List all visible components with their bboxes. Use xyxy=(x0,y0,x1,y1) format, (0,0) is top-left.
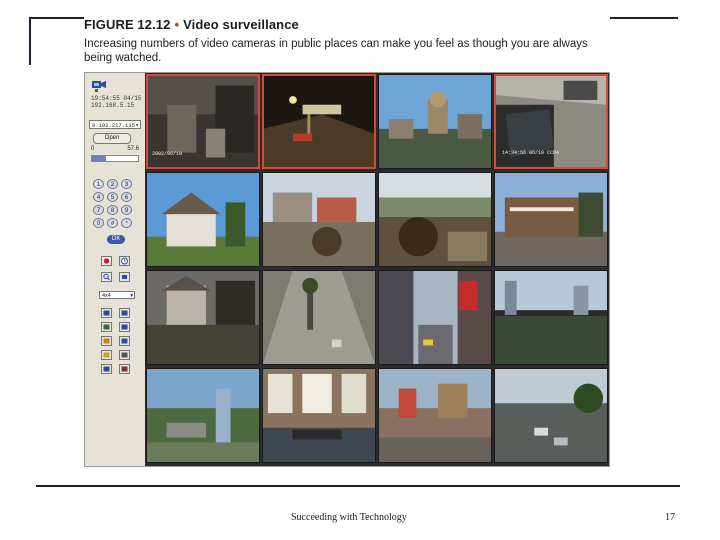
footer-text: Succeeding with Technology xyxy=(291,512,407,523)
keypad-key[interactable]: 2 xyxy=(107,179,118,189)
keypad-key[interactable]: 8 xyxy=(107,205,118,215)
layout-select[interactable]: 4x4 xyxy=(99,291,135,300)
panel-info-time: 19:54:55 04/15 xyxy=(91,95,142,102)
figure-caption: Increasing numbers of video cameras in p… xyxy=(84,38,588,64)
camera-tile[interactable] xyxy=(146,368,260,463)
edit-icon[interactable] xyxy=(101,361,112,374)
camera-feed-image xyxy=(379,271,491,364)
control-panel: 19:54:55 04/15 192.168.5.15 0.192.217.13… xyxy=(85,73,146,466)
camera-tile[interactable]: 2002/06/10 xyxy=(146,74,260,169)
camera-feed-image xyxy=(147,173,259,266)
keypad-key[interactable]: 6 xyxy=(121,192,132,202)
keypad-key[interactable]: 0 xyxy=(93,218,104,228)
figure-title: FIGURE 12.12 • Video surveillance xyxy=(84,17,299,32)
camera-feed-image xyxy=(495,173,607,266)
camera-tile[interactable] xyxy=(262,368,376,463)
left-top-rule xyxy=(29,17,85,19)
keypad-key[interactable]: 9 xyxy=(121,205,132,215)
playback-icon[interactable] xyxy=(119,333,130,346)
figure: FIGURE 12.12 • Video surveillance Increasi… xyxy=(84,17,610,467)
camera-tile[interactable] xyxy=(378,368,492,463)
keypad-key[interactable]: 4 xyxy=(93,192,104,202)
title-bullet: • xyxy=(174,17,180,32)
camera-osd: 14:34:56 06/10 CCD4 xyxy=(502,150,560,156)
keypad-key[interactable]: * xyxy=(121,218,132,228)
panel-info: 19:54:55 04/15 192.168.5.15 xyxy=(91,95,141,109)
record-icon[interactable] xyxy=(101,253,112,266)
camera-tile[interactable] xyxy=(494,368,608,463)
exit-icon[interactable] xyxy=(119,361,130,374)
camera-tile[interactable] xyxy=(378,74,492,169)
camera-feed-image xyxy=(263,369,375,462)
camera-logo-icon xyxy=(92,81,106,92)
camera-feed-image xyxy=(495,271,607,364)
ip-select[interactable]: 0.192.217.135 xyxy=(89,120,141,130)
ptz-icon[interactable] xyxy=(119,319,130,332)
camera-osd: 2002/06/10 xyxy=(152,151,183,157)
progress-bar xyxy=(91,155,139,162)
folder-icon[interactable] xyxy=(101,347,112,360)
open-button[interactable]: Open xyxy=(93,133,131,144)
keypad-key[interactable]: 7 xyxy=(93,205,104,215)
camera-tile[interactable] xyxy=(146,270,260,365)
camera-feed-image xyxy=(379,173,491,266)
camera-feed-image xyxy=(379,75,491,168)
print-icon[interactable] xyxy=(119,347,130,360)
keypad-key[interactable]: 1 xyxy=(93,179,104,189)
camera-feed-image xyxy=(495,369,607,462)
bottom-rule xyxy=(36,485,680,487)
snapshot-icon[interactable] xyxy=(101,333,112,346)
camera-feed-image xyxy=(147,369,259,462)
progress-fill xyxy=(92,156,106,161)
keypad-key[interactable]: # xyxy=(107,218,118,228)
figure-title-text: Video surveillance xyxy=(183,17,299,32)
list-icon[interactable] xyxy=(101,319,112,332)
ok-button[interactable]: OK xyxy=(107,235,125,244)
camera-feed-image xyxy=(264,76,374,167)
camera-feed-image xyxy=(379,369,491,462)
figure-number: FIGURE 12.12 xyxy=(84,17,171,32)
top-rule xyxy=(609,17,678,19)
monitor-icon[interactable] xyxy=(119,305,130,318)
panel-info-address: 192.168.5.15 xyxy=(91,102,135,109)
range-high: 57.6 xyxy=(127,146,139,152)
range-low: 0 xyxy=(91,146,95,152)
camera-grid: 2002/06/10 14:34:56 06/10 CCD4 xyxy=(145,73,609,466)
settings-icon[interactable] xyxy=(119,269,130,282)
camera-tile[interactable] xyxy=(494,270,608,365)
clock-icon[interactable] xyxy=(119,253,130,266)
keypad-key[interactable]: 5 xyxy=(107,192,118,202)
camera-feed-image xyxy=(263,271,375,364)
page-number: 17 xyxy=(665,512,675,523)
camera-feed-image xyxy=(263,173,375,266)
keypad-key[interactable]: 3 xyxy=(121,179,132,189)
camera-tile[interactable] xyxy=(146,172,260,267)
camera-tile[interactable] xyxy=(262,270,376,365)
camera-tile[interactable] xyxy=(378,172,492,267)
camera-tile[interactable] xyxy=(378,270,492,365)
camera-feed-image xyxy=(147,271,259,364)
surveillance-screen: 19:54:55 04/15 192.168.5.15 0.192.217.13… xyxy=(84,72,610,467)
camera-tile[interactable]: 14:34:56 06/10 CCD4 xyxy=(494,74,608,169)
camera-tile[interactable] xyxy=(262,74,376,169)
left-rule xyxy=(29,17,31,65)
search-icon[interactable] xyxy=(101,269,112,282)
grid-icon[interactable] xyxy=(101,305,112,318)
camera-tile[interactable] xyxy=(494,172,608,267)
camera-tile[interactable] xyxy=(262,172,376,267)
